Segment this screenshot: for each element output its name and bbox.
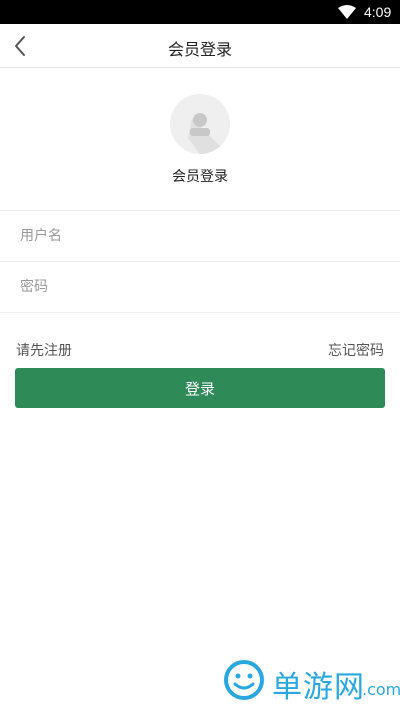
- forgot-password-link[interactable]: 忘记密码: [328, 340, 384, 360]
- avatar: [170, 94, 230, 154]
- username-field-row: [0, 210, 400, 261]
- page-title: 会员登录: [167, 40, 232, 59]
- app-bar: 会员登录: [0, 24, 400, 68]
- avatar-caption: 会员登录: [172, 169, 228, 185]
- register-link[interactable]: 请先注册: [16, 340, 72, 360]
- watermark-logo: 单游网 .com: [222, 656, 400, 706]
- password-field-row: [0, 261, 400, 312]
- status-time: 4:09: [364, 4, 392, 20]
- user-icon: [188, 113, 228, 154]
- form-divider: [0, 312, 400, 313]
- watermark-brand: 单游网: [272, 670, 365, 705]
- wifi-icon: [338, 5, 356, 19]
- username-input[interactable]: [20, 211, 380, 261]
- password-input[interactable]: [20, 262, 380, 312]
- smiley-logo-icon: [224, 660, 264, 700]
- status-bar: 4:09: [0, 0, 400, 24]
- watermark-domain: .com: [362, 680, 400, 699]
- login-button[interactable]: 登录: [15, 368, 385, 408]
